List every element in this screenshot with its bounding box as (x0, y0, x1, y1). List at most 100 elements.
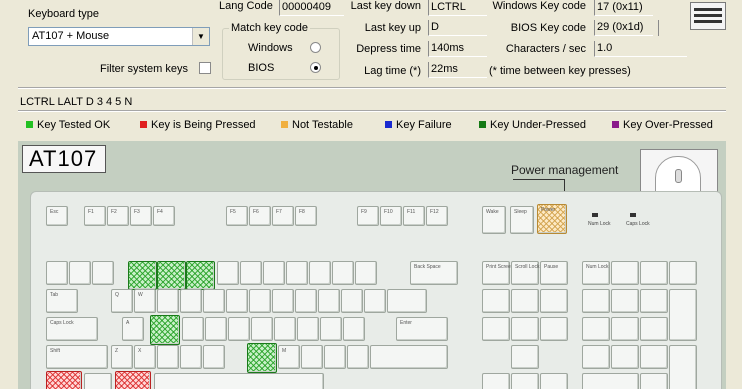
key-caps-lock: Caps Lock (46, 317, 98, 341)
key-num-lock: Num Lock (582, 261, 610, 285)
key-z: Z (111, 345, 133, 369)
key-b (203, 345, 225, 369)
key-arrow-right (540, 373, 568, 389)
key-delete (482, 317, 510, 341)
key-insert (482, 289, 510, 313)
last-key-up-value: D (428, 20, 487, 36)
keyboard-type-value: AT107 + Mouse (32, 30, 110, 42)
last-key-down-label: Last key down (350, 0, 421, 12)
key-num-8 (611, 289, 639, 313)
legend-tested-ok: Key Tested OK (26, 119, 110, 132)
key-page-down (540, 317, 568, 341)
key-v (180, 345, 202, 369)
key-9 (286, 261, 308, 285)
last-key-up-label: Last key up (364, 22, 421, 34)
separator (18, 110, 726, 112)
key-f11: F11 (403, 206, 425, 226)
key-arrow-up (511, 345, 539, 369)
key-f5: F5 (226, 206, 248, 226)
num-lock-led (592, 213, 598, 217)
key-a: A (122, 317, 144, 341)
match-bios-radio[interactable] (310, 62, 321, 73)
match-windows-radio[interactable] (310, 42, 321, 53)
key-comma (301, 345, 323, 369)
chevron-down-icon[interactable]: ▼ (192, 28, 209, 45)
key-num-divide (611, 261, 639, 285)
key-6 (217, 261, 239, 285)
bios-key-code-label: BIOS Key code (510, 22, 586, 34)
key-i (272, 289, 294, 313)
key-left-shift: Shift (46, 345, 108, 369)
keyboard-type-select[interactable]: AT107 + Mouse ▼ (28, 27, 210, 46)
key-left-win (84, 373, 112, 389)
key-arrow-left (482, 373, 510, 389)
match-windows-label: Windows (248, 42, 293, 54)
key-home (511, 289, 539, 313)
key-lbracket (341, 289, 363, 313)
key-0 (309, 261, 331, 285)
key-history: LCTRL LALT D 3 4 5 N (20, 96, 133, 108)
key-end (511, 317, 539, 341)
key-1 (69, 261, 91, 285)
key-num-6 (640, 317, 668, 341)
legend-swatch (26, 121, 33, 128)
keyboard-model-label: AT107 (22, 145, 107, 173)
caps-lock-led (630, 213, 636, 217)
key-w: W (134, 289, 156, 313)
key-right-shift (370, 345, 448, 369)
key-slash (347, 345, 369, 369)
key-num-enter (669, 345, 697, 389)
key-num-5 (611, 317, 639, 341)
key-f1: F1 (84, 206, 106, 226)
key-7 (240, 261, 262, 285)
lag-time-value: 22ms (428, 62, 487, 78)
chars-per-sec-value: 1.0 (594, 41, 687, 57)
key-n (247, 343, 277, 373)
lag-time-note: (* time between key presses) (489, 65, 631, 77)
keyboard-icon[interactable] (690, 2, 726, 30)
legend-key-failure: Key Failure (385, 119, 452, 132)
key-t (203, 289, 225, 313)
key-page-up (540, 289, 568, 313)
legend-swatch (385, 121, 392, 128)
key-3 (128, 261, 157, 290)
key-semicolon (320, 317, 342, 341)
key-l (297, 317, 319, 341)
key-tab: Tab (46, 289, 78, 313)
key-p (318, 289, 340, 313)
key-x: X (134, 345, 156, 369)
key-k (274, 317, 296, 341)
key-g (205, 317, 227, 341)
key-f4: F4 (153, 206, 175, 226)
key-minus (332, 261, 354, 285)
key-r (180, 289, 202, 313)
key-enter: Enter (396, 317, 448, 341)
key-f10: F10 (380, 206, 402, 226)
key-period (324, 345, 346, 369)
filter-system-keys-checkbox[interactable] (199, 62, 211, 74)
key-num-7 (582, 289, 610, 313)
key-left-ctrl (46, 371, 82, 389)
key-num-decimal (640, 373, 668, 389)
key-arrow-down (511, 373, 539, 389)
key-h (228, 317, 250, 341)
key-num-9 (640, 289, 668, 313)
key-f12: F12 (426, 206, 448, 226)
legend-swatch (281, 121, 288, 128)
key-backspace: Back Space (410, 261, 458, 285)
key-print-screen: Print Screen (482, 261, 514, 285)
key-f2: F2 (107, 206, 129, 226)
last-key-down-value: LCTRL (428, 0, 487, 16)
key-f3: F3 (130, 206, 152, 226)
key-num-plus (669, 289, 697, 341)
key-num-2 (611, 345, 639, 369)
key-num-3 (640, 345, 668, 369)
key-2 (92, 261, 114, 285)
key-f6: F6 (249, 206, 271, 226)
key-y (226, 289, 248, 313)
key-4 (157, 261, 186, 290)
key-pause: Pause (540, 261, 568, 285)
key-num-1 (582, 345, 610, 369)
legend-swatch (479, 121, 486, 128)
legend-under-pressed: Key Under-Pressed (479, 119, 586, 132)
